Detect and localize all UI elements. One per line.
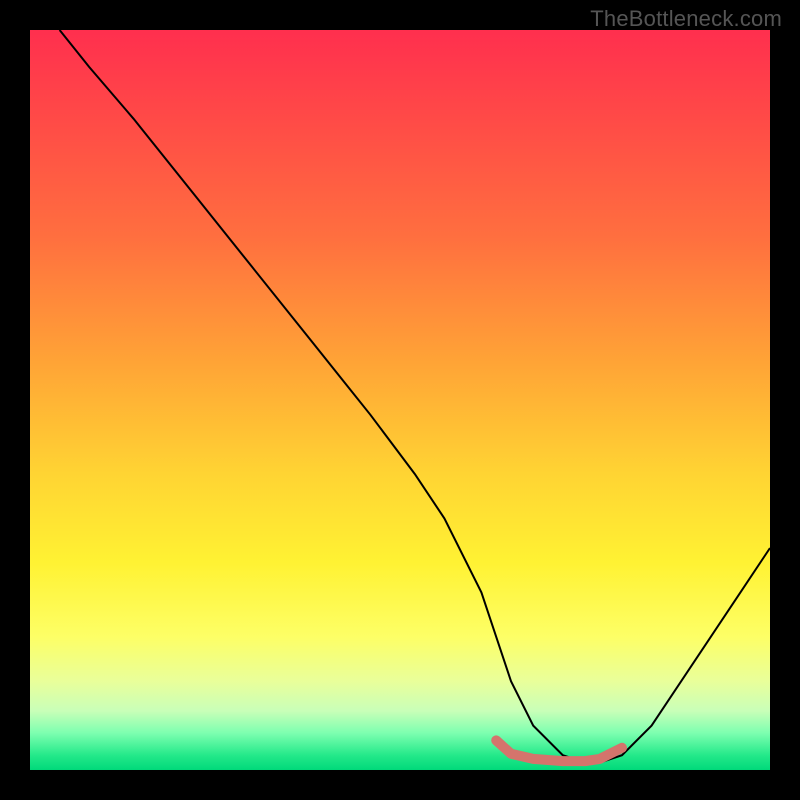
chart-frame: TheBottleneck.com [0, 0, 800, 800]
plot-svg [30, 30, 770, 770]
watermark-text: TheBottleneck.com [590, 6, 782, 32]
plot-area [30, 30, 770, 770]
bottleneck-curve [60, 30, 770, 763]
